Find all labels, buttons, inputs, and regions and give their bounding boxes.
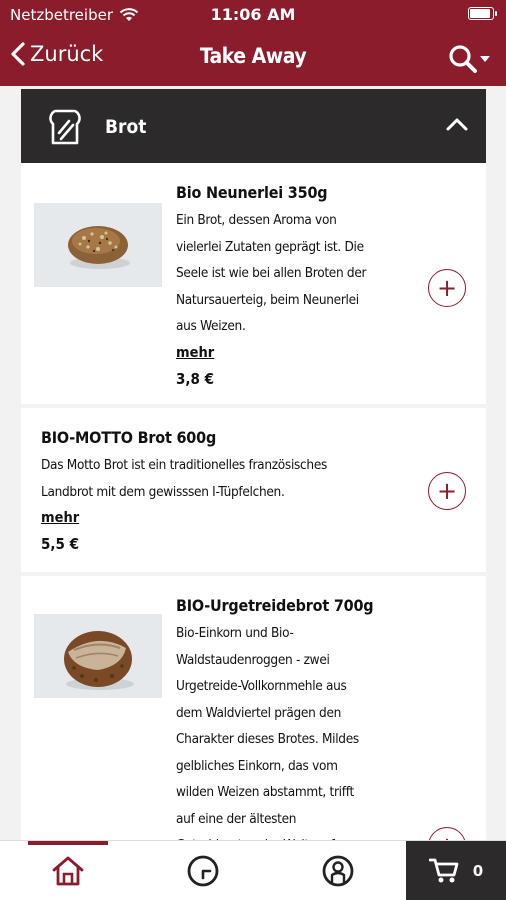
search-icon	[449, 45, 477, 73]
tab-bar: 0	[0, 840, 506, 900]
cart-button[interactable]: 0	[406, 841, 506, 900]
description-line: Ein Brot, dessen Aroma von	[176, 212, 337, 228]
product-image[interactable]	[34, 203, 162, 287]
product-name: BIO-Urgetreidebrot 700g	[176, 596, 374, 615]
description-line: dem Waldviertel prägen den	[176, 704, 342, 721]
more-link[interactable]: mehr	[176, 340, 406, 366]
category-title: Brot	[105, 116, 147, 138]
product-info: Bio Neunerlei 350g Ein Brot, dessen Arom…	[176, 183, 406, 392]
status-time: 11:06 AM	[210, 5, 296, 24]
tab-home[interactable]	[28, 841, 108, 900]
caret-down-icon	[480, 56, 490, 62]
product-description: Ein Brot, dessen Aroma von vielerlei Zut…	[176, 207, 406, 340]
bread-loaf-image	[34, 203, 162, 287]
product-price: 3,8 €	[176, 369, 214, 388]
product-card[interactable]: BIO-MOTTO Brot 600g Das Motto Brot ist e…	[21, 408, 486, 572]
status-bar: Netzbetreiber 11:06 AM	[0, 0, 506, 30]
product-description: Das Motto Brot ist ein traditionelles fr…	[41, 452, 401, 505]
description-line: Seele ist wie bei allen Broten der	[176, 265, 367, 281]
description-line: Natursauerteig, beim Neunerlei	[176, 291, 359, 308]
cart-icon	[428, 858, 459, 883]
more-link[interactable]: mehr	[41, 505, 401, 531]
clock-icon	[187, 855, 219, 887]
page-title: Take Away	[199, 44, 307, 68]
product-card[interactable]: BIO-Urgetreidebrot 700g Bio-Einkorn und …	[21, 576, 486, 840]
description-line: gelbliches Einkorn, das vom	[176, 757, 338, 774]
description-line: Waldstaudenroggen - zwei	[176, 651, 330, 668]
description-line: Getreidearten der Welt, auf	[176, 832, 406, 840]
description-line: Landbrot mit dem gewisssen I-Tüpfelchen.	[41, 483, 285, 500]
description-line: vielerlei Zutaten geprägt ist. Die	[176, 238, 364, 255]
product-list[interactable]: Brot Bio Neunerlei 350g Ein Brot, dessen…	[0, 86, 506, 840]
product-info: BIO-Urgetreidebrot 700g Bio-Einkorn und …	[176, 596, 406, 840]
product-price: 5,5 €	[41, 535, 79, 553]
add-to-cart-button[interactable]: +	[428, 827, 466, 840]
battery-icon	[468, 7, 497, 20]
navigation-bar: Zurück Take Away	[0, 30, 506, 86]
plus-icon: +	[436, 274, 458, 302]
search-button[interactable]	[448, 44, 490, 74]
product-name: Bio Neunerlei 350g	[176, 183, 328, 202]
home-icon	[52, 856, 84, 886]
bread-loaf-image	[34, 614, 162, 698]
chevron-up-icon[interactable]	[446, 117, 468, 131]
description-line: Bio-Einkorn und Bio-	[176, 625, 294, 641]
bread-icon	[49, 109, 81, 145]
description-line: aus Weizen.	[176, 318, 246, 334]
cart-count: 0	[472, 862, 484, 880]
plus-icon: +	[436, 477, 458, 505]
add-to-cart-button[interactable]: +	[428, 269, 466, 307]
category-header-brot[interactable]: Brot	[21, 89, 486, 163]
tab-history[interactable]	[163, 841, 243, 900]
product-info: BIO-MOTTO Brot 600g Das Motto Brot ist e…	[41, 428, 401, 557]
description-line: Charakter dieses Brotes. Mildes	[176, 731, 359, 747]
product-image[interactable]	[34, 614, 162, 698]
description-line: auf eine der ältesten	[176, 810, 297, 827]
product-name: BIO-MOTTO Brot 600g	[41, 428, 217, 447]
product-card[interactable]: Bio Neunerlei 350g Ein Brot, dessen Arom…	[21, 163, 486, 404]
description-line: Urgetreide-Vollkornmehle aus	[176, 678, 347, 694]
description-line: Das Motto Brot ist ein traditionelles fr…	[41, 457, 328, 473]
description-line: wilden Weizen abstammt, trifft	[176, 784, 354, 800]
product-description: Bio-Einkorn und Bio- Waldstaudenroggen -…	[176, 620, 406, 840]
user-icon	[322, 855, 354, 887]
add-to-cart-button[interactable]: +	[428, 472, 466, 510]
tab-account[interactable]	[298, 841, 378, 900]
